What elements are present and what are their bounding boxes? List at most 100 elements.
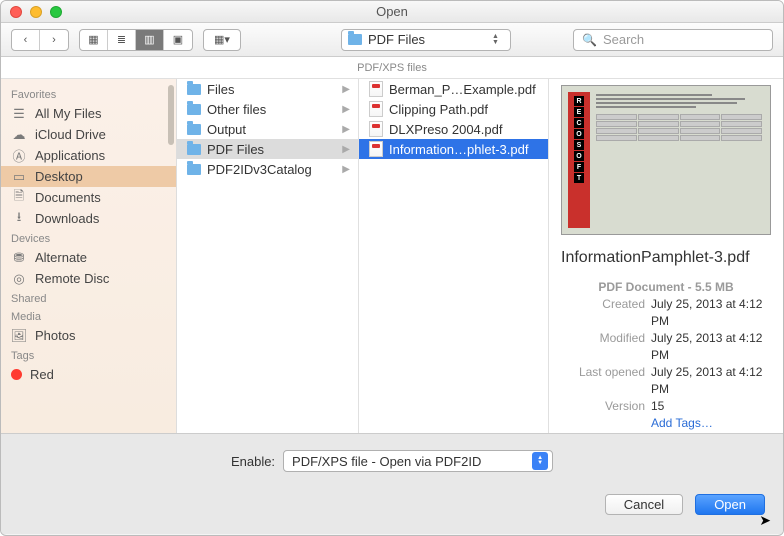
- sidebar-item-label: Documents: [35, 190, 101, 205]
- enable-label: Enable:: [231, 454, 275, 469]
- pdf-icon: [369, 121, 383, 137]
- folder-icon: [187, 104, 201, 115]
- sidebar-item-downloads[interactable]: ⭳Downloads: [1, 208, 176, 229]
- file-row[interactable]: Clipping Path.pdf: [359, 99, 548, 119]
- add-tags-link[interactable]: Add Tags…: [651, 415, 771, 432]
- preview-filename: InformationPamphlet-3.pdf: [561, 249, 771, 267]
- toolbar: ‹ › ▦ ≣ ▥ ▣ ▦▾ PDF Files ▲▼ 🔍 Search: [1, 23, 783, 57]
- strip-letter: R: [574, 96, 584, 106]
- sidebar-item-icloud[interactable]: ☁ iCloud Drive: [1, 124, 176, 145]
- search-field[interactable]: 🔍 Search: [573, 29, 773, 51]
- cloud-icon: ☁: [11, 128, 27, 142]
- meta-label: Version: [561, 398, 645, 415]
- enable-select[interactable]: PDF/XPS file - Open via PDF2ID ▲▼: [283, 450, 553, 472]
- folder-label: PDF2IDv3Catalog: [207, 162, 312, 177]
- folder-label: Files: [207, 82, 234, 97]
- meta-label: Modified: [561, 330, 645, 364]
- search-placeholder: Search: [603, 32, 644, 47]
- meta-value: 15: [651, 398, 771, 415]
- folder-icon: [348, 34, 362, 45]
- sidebar-item-documents[interactable]: 🗎 Documents: [1, 187, 176, 208]
- section-devices: Devices: [1, 229, 176, 247]
- meta-value: July 25, 2013 at 4:12 PM: [651, 330, 771, 364]
- preview-pane: R E C O S O F T InformationPamphlet: [549, 79, 783, 433]
- sidebar-item-alternate[interactable]: ⛃ Alternate: [1, 247, 176, 268]
- sidebar: Favorites ☰All My Files ☁iCloud Drive ⒶA…: [1, 79, 177, 433]
- nav-buttons: ‹ ›: [11, 29, 69, 51]
- sidebar-item-label: Desktop: [35, 169, 83, 184]
- folder-row[interactable]: Output▶: [177, 119, 358, 139]
- meta-value: July 25, 2013 at 4:12 PM: [651, 364, 771, 398]
- apps-icon: Ⓐ: [11, 149, 27, 163]
- folder-row[interactable]: PDF2IDv3Catalog ▶: [177, 159, 358, 179]
- titlebar: Open: [1, 1, 783, 23]
- path-label: PDF Files: [368, 32, 425, 47]
- pdf-icon: [369, 101, 383, 117]
- file-row[interactable]: Berman_P…Example.pdf: [359, 79, 548, 99]
- folder-icon: [187, 124, 201, 135]
- select-stepper-icon: ▲▼: [532, 452, 548, 470]
- file-row-selected[interactable]: Information…phlet-3.pdf: [359, 139, 548, 159]
- arrange-button[interactable]: ▦▾: [204, 30, 240, 50]
- sidebar-item-desktop[interactable]: ▭ Desktop: [1, 166, 176, 187]
- subtitle-text: PDF/XPS files: [357, 62, 427, 74]
- sidebar-item-label: Red: [30, 367, 54, 382]
- disk-icon: ⛃: [11, 251, 27, 265]
- window-title: Open: [1, 4, 783, 19]
- file-label: DLXPreso 2004.pdf: [389, 122, 502, 137]
- coverflow-view-button[interactable]: ▣: [164, 30, 192, 50]
- path-dropdown[interactable]: PDF Files ▲▼: [341, 29, 511, 51]
- folder-label: PDF Files: [207, 142, 264, 157]
- folder-row[interactable]: Files ▶: [177, 79, 358, 99]
- sidebar-item-label: Alternate: [35, 250, 87, 265]
- desktop-icon: ▭: [11, 170, 27, 184]
- chevron-right-icon: ▶: [342, 144, 350, 155]
- arrange-button-group: ▦▾: [203, 29, 241, 51]
- downloads-icon: ⭳: [11, 212, 27, 226]
- preview-thumbnail: R E C O S O F T: [561, 85, 771, 235]
- section-media: Media: [1, 307, 176, 325]
- meta-label: Created: [561, 296, 645, 330]
- sidebar-item-label: Photos: [35, 328, 75, 343]
- bottom-panel: Enable: PDF/XPS file - Open via PDF2ID ▲…: [1, 433, 783, 534]
- folder-row[interactable]: Other files▶: [177, 99, 358, 119]
- sidebar-item-applications[interactable]: ⒶApplications: [1, 145, 176, 166]
- folder-icon: [187, 84, 201, 95]
- section-shared: Shared: [1, 289, 176, 307]
- chevron-right-icon: ▶: [342, 84, 350, 95]
- folder-row-selected[interactable]: PDF Files ▶: [177, 139, 358, 159]
- cancel-button[interactable]: Cancel: [605, 494, 683, 515]
- strip-letter: O: [574, 129, 584, 139]
- sidebar-item-tag-red[interactable]: Red: [1, 364, 176, 385]
- documents-icon: 🗎: [11, 191, 27, 205]
- pdf-icon: [369, 141, 383, 157]
- open-button[interactable]: Open: [695, 494, 765, 515]
- chevron-right-icon: ▶: [342, 164, 350, 175]
- column-files: Berman_P…Example.pdf Clipping Path.pdf D…: [359, 79, 549, 433]
- file-row[interactable]: DLXPreso 2004.pdf: [359, 119, 548, 139]
- file-browser: Favorites ☰All My Files ☁iCloud Drive ⒶA…: [1, 79, 783, 433]
- forward-button[interactable]: ›: [40, 30, 68, 50]
- sidebar-item-remote-disc[interactable]: ◎Remote Disc: [1, 268, 176, 289]
- icon-view-button[interactable]: ▦: [80, 30, 108, 50]
- all-files-icon: ☰: [11, 107, 27, 121]
- list-view-button[interactable]: ≣: [108, 30, 136, 50]
- open-label: Open: [714, 497, 746, 512]
- sidebar-scrollbar[interactable]: [168, 85, 174, 145]
- photos-icon: 🖼: [11, 329, 27, 343]
- preview-strip: R E C O S O F T: [568, 92, 590, 228]
- pdf-icon: [369, 81, 383, 97]
- folder-icon: [187, 144, 201, 155]
- tag-dot-icon: [11, 369, 22, 380]
- enable-value: PDF/XPS file - Open via PDF2ID: [292, 454, 481, 469]
- chevron-right-icon: ▶: [342, 124, 350, 135]
- sidebar-item-photos[interactable]: 🖼 Photos: [1, 325, 176, 346]
- file-label: Information…phlet-3.pdf: [389, 142, 528, 157]
- sidebar-item-label: iCloud Drive: [35, 127, 106, 142]
- sidebar-item-label: All My Files: [35, 106, 101, 121]
- column-view-button[interactable]: ▥: [136, 30, 164, 50]
- back-button[interactable]: ‹: [12, 30, 40, 50]
- preview-metadata: PDF Document - 5.5 MB CreatedJuly 25, 20…: [561, 279, 771, 432]
- strip-letter: C: [574, 118, 584, 128]
- sidebar-item-all-my-files[interactable]: ☰ All My Files: [1, 103, 176, 124]
